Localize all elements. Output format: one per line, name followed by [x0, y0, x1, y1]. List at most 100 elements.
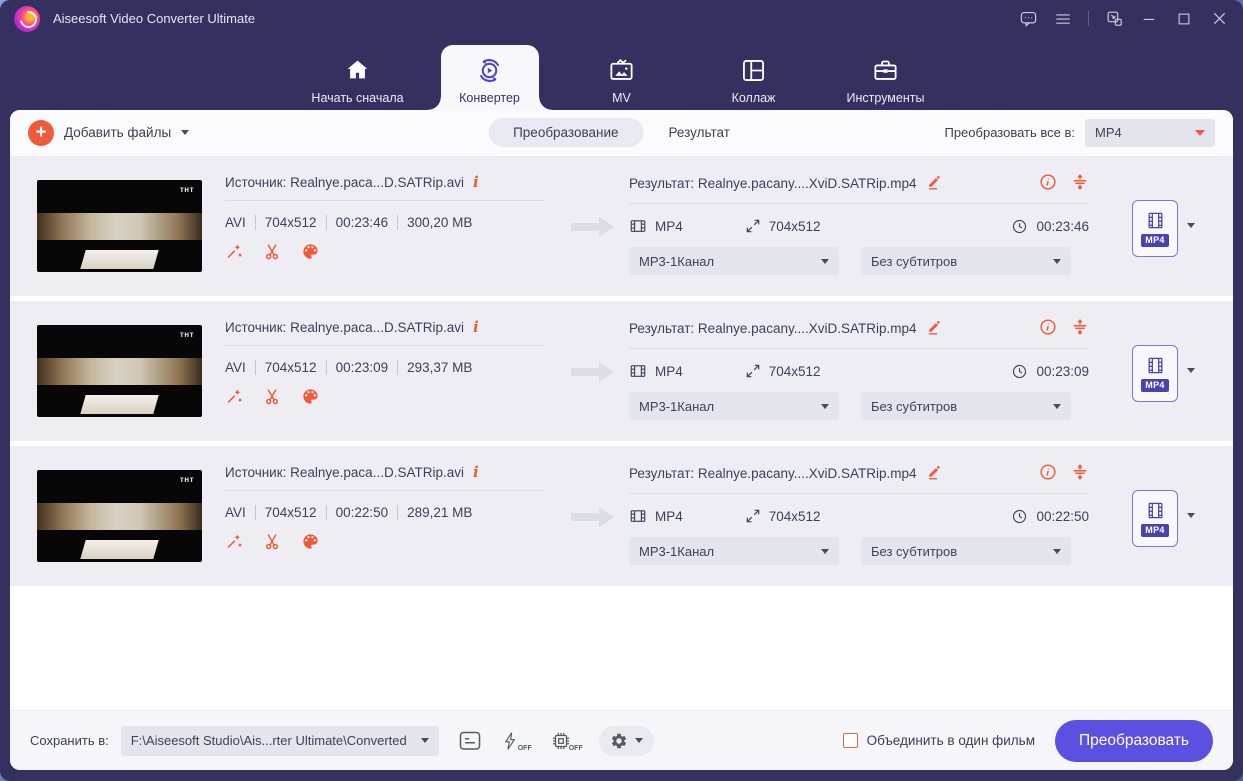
rename-icon[interactable]: [926, 174, 942, 193]
info-icon[interactable]: i: [473, 173, 479, 191]
rename-icon[interactable]: [926, 464, 942, 483]
chevron-down-icon[interactable]: [1187, 223, 1195, 228]
clock-icon: [1013, 364, 1027, 378]
snapshot-icon[interactable]: [1104, 9, 1124, 29]
arrow-right-icon: [571, 359, 615, 441]
format-badge: MP4: [1141, 523, 1169, 537]
segment-converting[interactable]: Преобразование: [488, 118, 644, 147]
output-info-icon[interactable]: [1039, 463, 1057, 484]
off-label: OFF: [517, 744, 532, 752]
clock-icon: [1013, 509, 1027, 523]
file-row: тнт Источник: Realnye.paca...D.SATRip.av…: [10, 446, 1233, 586]
main-nav: Начать сначала Конвертер MV Коллаж Инстр…: [0, 37, 1243, 110]
subtitle-select[interactable]: Без субтитров: [861, 247, 1071, 275]
video-thumbnail[interactable]: тнт: [37, 325, 202, 417]
mv-icon: [608, 54, 635, 86]
menu-icon[interactable]: [1053, 9, 1073, 29]
palette-icon[interactable]: [301, 532, 320, 551]
subtitle-select[interactable]: Без субтитров: [861, 392, 1071, 420]
tab-mv[interactable]: MV: [573, 45, 671, 110]
film-icon: [630, 365, 646, 377]
film-icon: [1148, 357, 1162, 373]
chevron-down-icon: [634, 738, 643, 743]
info-icon[interactable]: i: [473, 318, 479, 336]
video-thumbnail[interactable]: тнт: [37, 470, 202, 562]
cut-icon[interactable]: [263, 532, 282, 551]
output-format-button[interactable]: MP4: [1132, 490, 1178, 547]
home-icon: [344, 54, 371, 86]
output-info-icon[interactable]: [1039, 318, 1057, 339]
tab-label: Конвертер: [459, 91, 520, 105]
chevron-down-icon[interactable]: [1187, 513, 1195, 518]
result-meta: MP4 704x512 00:23:46: [629, 217, 1089, 235]
source-meta: AVI 704x512 00:23:09 293,37 MB: [225, 360, 473, 375]
divider: [225, 490, 545, 491]
film-icon: [630, 220, 646, 232]
segment-result[interactable]: Результат: [644, 118, 755, 147]
palette-icon[interactable]: [301, 387, 320, 406]
output-format-button[interactable]: MP4: [1132, 200, 1178, 257]
video-thumbnail[interactable]: тнт: [37, 180, 202, 272]
add-files-button[interactable]: + Добавить файлы: [28, 119, 190, 146]
film-icon: [1148, 502, 1162, 518]
hardware-acceleration-off-button[interactable]: OFF: [550, 729, 583, 753]
merge-checkbox[interactable]: [842, 733, 858, 748]
settings-button[interactable]: [598, 725, 654, 756]
output-info-icon[interactable]: [1039, 173, 1057, 194]
adjust-settings-icon[interactable]: [1071, 318, 1089, 339]
tab-tools[interactable]: Инструменты: [837, 45, 935, 110]
result-meta: MP4 704x512 00:23:09: [629, 362, 1089, 380]
edit-effects-icon[interactable]: [225, 242, 244, 261]
titlebar-divider: [1088, 11, 1089, 26]
maximize-icon[interactable]: [1174, 9, 1194, 29]
footer-bar: Сохранить в: F:\Aiseesoft Studio\Ais...r…: [10, 710, 1233, 770]
source-filename: Источник: Realnye.paca...D.SATRip.avi: [225, 464, 464, 480]
tab-restart[interactable]: Начать сначала: [309, 45, 407, 110]
edit-effects-icon[interactable]: [225, 387, 244, 406]
save-path-value: F:\Aiseesoft Studio\Ais...rter Ultimate\…: [130, 733, 407, 748]
file-list: тнт Источник: Realnye.paca...D.SATRip.av…: [10, 155, 1233, 586]
toolbox-icon: [872, 54, 899, 86]
rename-icon[interactable]: [926, 319, 942, 338]
channel-watermark: тнт: [179, 330, 194, 339]
subtitle-select[interactable]: Без субтитров: [861, 537, 1071, 565]
output-format-button[interactable]: MP4: [1132, 345, 1178, 402]
tab-label: MV: [612, 91, 631, 105]
thumbnail-image: [37, 358, 202, 414]
chevron-down-icon: [1053, 548, 1061, 554]
result-filename: Результат: Realnye.pacany....XviD.SATRip…: [629, 321, 917, 336]
close-icon[interactable]: [1209, 9, 1229, 29]
tab-collage[interactable]: Коллаж: [705, 45, 803, 110]
audio-track-select[interactable]: MP3-1Канал: [629, 392, 839, 420]
source-filename: Источник: Realnye.paca...D.SATRip.avi: [225, 319, 464, 335]
convert-button[interactable]: Преобразовать: [1055, 719, 1213, 762]
info-icon[interactable]: i: [473, 463, 479, 481]
palette-icon[interactable]: [301, 242, 320, 261]
high-speed-off-button[interactable]: OFF: [501, 729, 532, 753]
plus-icon: +: [28, 119, 54, 146]
cut-icon[interactable]: [263, 242, 282, 261]
save-path-select[interactable]: F:\Aiseesoft Studio\Ais...rter Ultimate\…: [120, 725, 439, 756]
convert-all-select[interactable]: MP4: [1085, 118, 1215, 147]
tab-converter[interactable]: Конвертер: [427, 45, 552, 110]
cut-icon[interactable]: [263, 387, 282, 406]
divider: [629, 493, 1089, 494]
audio-track-select[interactable]: MP3-1Канал: [629, 247, 839, 275]
add-files-label: Добавить файлы: [64, 125, 172, 140]
source-meta: AVI 704x512 00:22:50 289,21 MB: [225, 505, 473, 520]
feedback-icon[interactable]: [1018, 9, 1038, 29]
adjust-settings-icon[interactable]: [1071, 463, 1089, 484]
app-window: Aiseesoft Video Converter Ultimate Начат…: [0, 0, 1243, 781]
format-badge: MP4: [1141, 233, 1169, 247]
edit-effects-icon[interactable]: [225, 532, 244, 551]
open-folder-button[interactable]: [457, 729, 483, 753]
file-row: тнт Источник: Realnye.paca...D.SATRip.av…: [10, 301, 1233, 441]
save-to-label: Сохранить в:: [30, 733, 109, 748]
adjust-settings-icon[interactable]: [1071, 173, 1089, 194]
audio-track-select[interactable]: MP3-1Канал: [629, 537, 839, 565]
convert-all-label: Преобразовать все в:: [944, 125, 1075, 140]
merge-into-one-option[interactable]: Объединить в один фильм: [842, 733, 1035, 748]
minimize-icon[interactable]: [1139, 9, 1159, 29]
chevron-down-icon[interactable]: [1187, 368, 1195, 373]
app-title: Aiseesoft Video Converter Ultimate: [53, 11, 256, 26]
